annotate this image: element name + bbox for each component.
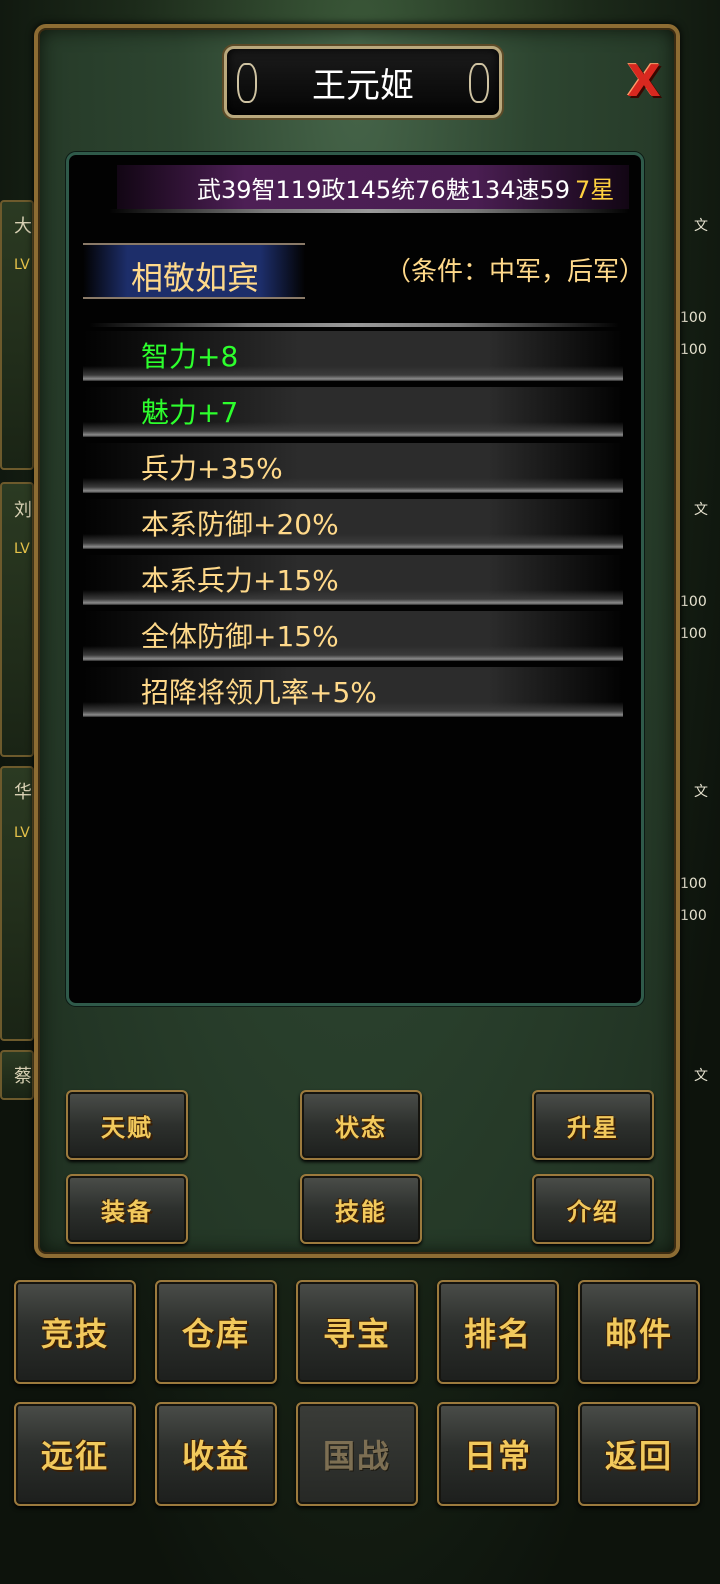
hidden-label: 文: [694, 1068, 708, 1084]
hidden-hero-initial: 华: [14, 782, 32, 803]
effect-text: 招降将领几率+5%: [141, 676, 377, 709]
effect-row: 智力+8: [83, 331, 623, 381]
hidden-label: 文: [694, 502, 708, 518]
talent-name: 相敬如宾: [131, 259, 260, 297]
equipment-tab-button[interactable]: 装备: [66, 1174, 188, 1244]
hidden-value: 100: [680, 908, 707, 924]
hidden-hero-initial: 刘: [14, 500, 32, 521]
treasure-hunt-button[interactable]: 寻宝: [296, 1280, 418, 1384]
effect-text: 智力+8: [141, 340, 239, 373]
effect-row: 本系兵力+15%: [83, 555, 623, 605]
hidden-value: 100: [680, 626, 707, 642]
talent-panel: 武39智119政145统76魅134速59 7星 相敬如宾 （条件：中军，后军）…: [66, 152, 646, 1006]
national-war-button: 国战: [296, 1402, 418, 1506]
effect-row: 魅力+7: [83, 387, 623, 437]
expedition-button[interactable]: 远征: [14, 1402, 136, 1506]
effect-row: 全体防御+15%: [83, 611, 623, 661]
hidden-hero-stats: 文: [680, 1060, 720, 1092]
hidden-hero-stats: 文 100 100: [680, 494, 720, 650]
ranking-button[interactable]: 排名: [437, 1280, 559, 1384]
hidden-value: 100: [680, 310, 707, 326]
talent-name-box: 相敬如宾: [83, 243, 305, 299]
talent-condition: （条件：中军，后军）: [385, 257, 646, 287]
talent-tab-button[interactable]: 天赋: [66, 1090, 188, 1160]
title-ornament-right: [469, 63, 489, 103]
effect-text: 全体防御+15%: [141, 620, 339, 653]
intro-tab-button[interactable]: 介绍: [532, 1174, 654, 1244]
hidden-hero-stats: 文 100 100: [680, 776, 720, 932]
hidden-hero-stats: 文 100 100: [680, 210, 720, 366]
income-button[interactable]: 收益: [155, 1402, 277, 1506]
hero-name-title: 王元姬: [312, 65, 414, 106]
arena-button[interactable]: 竞技: [14, 1280, 136, 1384]
title-ornament-left: [237, 63, 257, 103]
title-plate: 王元姬: [224, 46, 502, 118]
daily-button[interactable]: 日常: [437, 1402, 559, 1506]
hero-stats: 武39智119政145统76魅134速59: [197, 175, 571, 204]
hero-detail-dialog: 王元姬 X 武39智119政145统76魅134速59 7星 相敬如宾 （条件：…: [34, 24, 680, 1258]
warehouse-button[interactable]: 仓库: [155, 1280, 277, 1384]
hidden-label: 文: [694, 784, 708, 800]
back-button[interactable]: 返回: [578, 1402, 700, 1506]
hidden-hero-initial: 大: [14, 216, 32, 237]
status-tab-button[interactable]: 状态: [300, 1090, 422, 1160]
hidden-lv-label: LV: [14, 825, 30, 841]
hidden-value: 100: [680, 594, 707, 610]
effect-text: 魅力+7: [141, 396, 239, 429]
effect-text: 兵力+35%: [141, 452, 283, 485]
skills-tab-button[interactable]: 技能: [300, 1174, 422, 1244]
hidden-lv-label: LV: [14, 257, 30, 273]
hidden-hero-initial: 蔡: [14, 1066, 32, 1087]
close-icon[interactable]: X: [624, 60, 664, 104]
hidden-value: 100: [680, 342, 707, 358]
hidden-value: 100: [680, 876, 707, 892]
star-up-button[interactable]: 升星: [532, 1090, 654, 1160]
stats-bar: 武39智119政145统76魅134速59 7星: [117, 165, 629, 209]
effect-row: 招降将领几率+5%: [83, 667, 623, 717]
hero-stars: 7星: [575, 175, 615, 204]
divider: [89, 323, 619, 327]
mail-button[interactable]: 邮件: [578, 1280, 700, 1384]
effect-row: 本系防御+20%: [83, 499, 623, 549]
hidden-lv-label: LV: [14, 541, 30, 557]
effect-row: 兵力+35%: [83, 443, 623, 493]
hidden-label: 文: [694, 218, 708, 234]
divider: [109, 209, 629, 213]
effect-text: 本系防御+20%: [141, 508, 339, 541]
effect-text: 本系兵力+15%: [141, 564, 339, 597]
